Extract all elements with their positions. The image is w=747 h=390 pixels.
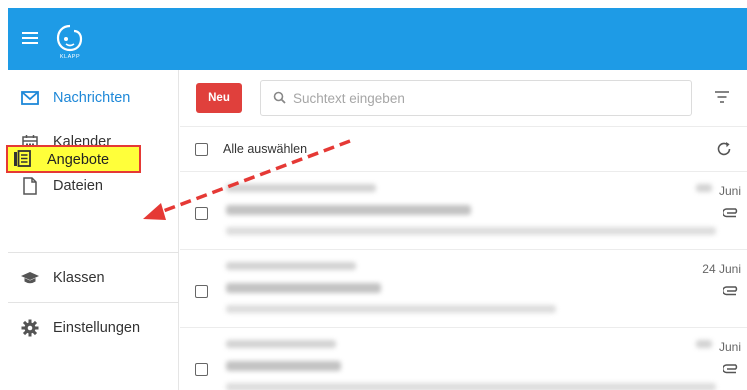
message-row[interactable]: 24 Juni bbox=[180, 250, 747, 328]
redacted-subject bbox=[226, 361, 341, 371]
search-icon bbox=[273, 91, 286, 109]
message-row[interactable]: Juni bbox=[180, 328, 747, 390]
app-logo[interactable]: KLAPP bbox=[54, 22, 86, 60]
search-input[interactable] bbox=[293, 87, 683, 109]
select-all-row: Alle auswählen bbox=[180, 126, 747, 172]
file-icon bbox=[20, 176, 40, 196]
refresh-icon[interactable] bbox=[716, 141, 732, 157]
message-checkbox[interactable] bbox=[195, 363, 208, 376]
toolbar: Neu bbox=[180, 70, 747, 126]
redacted-subject bbox=[226, 283, 381, 293]
redacted-preview bbox=[226, 227, 716, 235]
svg-text:KLAPP: KLAPP bbox=[60, 54, 80, 60]
sidebar-divider bbox=[8, 252, 179, 253]
redacted-preview bbox=[226, 305, 556, 313]
sidebar: Nachrichten Kalender Dateien Klassen Ein… bbox=[8, 70, 179, 390]
message-date: Juni bbox=[718, 184, 741, 198]
sidebar-item-label: Einstellungen bbox=[53, 320, 141, 336]
sidebar-item-label: Klassen bbox=[53, 270, 105, 286]
message-checkbox[interactable] bbox=[195, 207, 208, 220]
filter-icon[interactable] bbox=[714, 90, 730, 104]
gear-icon bbox=[20, 318, 40, 338]
message-checkbox[interactable] bbox=[195, 285, 208, 298]
sidebar-item-label: Angebote bbox=[47, 152, 110, 168]
attachment-icon bbox=[723, 286, 738, 296]
new-message-button[interactable]: Neu bbox=[196, 83, 242, 113]
sidebar-item-angebote[interactable]: Angebote bbox=[6, 145, 141, 173]
select-all-checkbox[interactable] bbox=[195, 143, 208, 156]
select-all-label: Alle auswählen bbox=[223, 142, 308, 156]
menu-icon[interactable] bbox=[22, 32, 38, 44]
attachment-icon bbox=[723, 364, 738, 374]
sidebar-item-label: Dateien bbox=[53, 178, 103, 194]
sidebar-item-klassen[interactable]: Klassen bbox=[8, 256, 179, 300]
message-row[interactable]: Juni bbox=[180, 172, 747, 250]
search-box[interactable] bbox=[260, 80, 692, 116]
sidebar-divider bbox=[8, 302, 179, 303]
redacted-date bbox=[696, 184, 712, 192]
mail-icon bbox=[20, 88, 40, 108]
redacted-sender bbox=[226, 340, 336, 348]
sidebar-item-einstellungen[interactable]: Einstellungen bbox=[8, 306, 179, 350]
sidebar-item-label: Nachrichten bbox=[53, 90, 131, 106]
app-header: KLAPP bbox=[8, 8, 747, 70]
message-panel: Neu Alle auswählen Juni bbox=[180, 70, 747, 390]
offers-icon bbox=[13, 150, 31, 173]
redacted-preview bbox=[226, 383, 716, 390]
redacted-sender bbox=[226, 184, 376, 192]
message-date: 24 Juni bbox=[702, 262, 741, 276]
redacted-subject bbox=[226, 205, 471, 215]
sidebar-item-nachrichten[interactable]: Nachrichten bbox=[8, 76, 179, 120]
attachment-icon bbox=[723, 208, 738, 218]
graduation-cap-icon bbox=[20, 268, 40, 288]
message-date: Juni bbox=[718, 340, 741, 354]
redacted-sender bbox=[226, 262, 356, 270]
redacted-date bbox=[696, 340, 712, 348]
